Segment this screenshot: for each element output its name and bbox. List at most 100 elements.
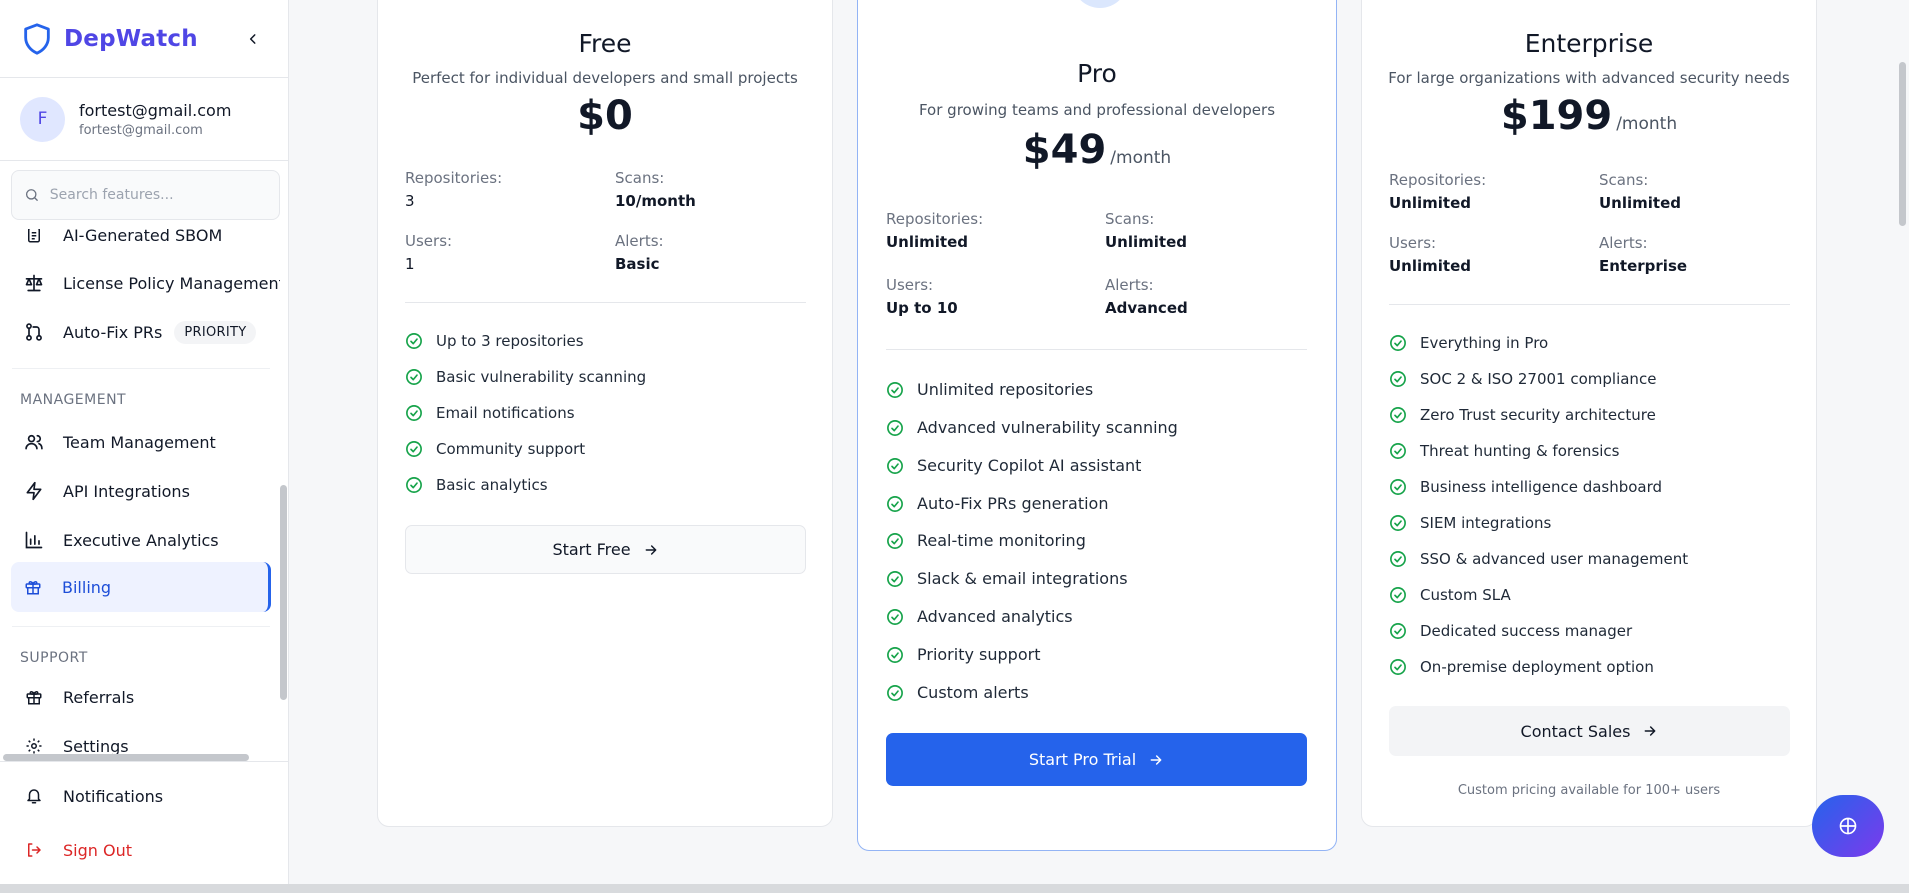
sidebar-item-notifications[interactable]: Notifications	[12, 772, 270, 820]
user-profile[interactable]: F fortest@gmail.com fortest@gmail.com	[0, 78, 288, 161]
sidebar-item-ai-sbom[interactable]: AI-Generated SBOM	[12, 229, 270, 259]
sign-out-button[interactable]: Sign Out	[12, 826, 270, 874]
plan-description: For large organizations with advanced se…	[1388, 69, 1790, 87]
plan-description: For growing teams and professional devel…	[918, 101, 1276, 119]
feature-text: Basic vulnerability scanning	[436, 368, 647, 386]
feature-item: Priority support	[886, 645, 1040, 664]
stat-label: Users:	[1389, 234, 1437, 252]
plan-price: $199/month	[1362, 93, 1816, 139]
price-period: /month	[1616, 114, 1678, 134]
assistant-fab-button[interactable]	[1812, 795, 1884, 857]
feature-text: Email notifications	[436, 404, 575, 422]
search-box	[11, 170, 280, 220]
button-label: Start Free	[552, 540, 631, 559]
plan-name: Free	[578, 29, 632, 58]
arrow-right-icon	[1645, 726, 1656, 736]
collapse-sidebar-button[interactable]	[242, 28, 264, 50]
plan-price: $0	[378, 93, 832, 139]
feature-item: Basic analytics	[405, 476, 548, 494]
sidebar-scrollbar-vertical[interactable]	[280, 485, 287, 700]
divider	[886, 349, 1307, 350]
stat-value: Advanced	[1105, 299, 1188, 317]
feature-item: On-premise deployment option	[1389, 658, 1654, 676]
sidebar-item-label: Auto-Fix PRs	[63, 322, 163, 342]
check-circle-icon	[1390, 407, 1406, 423]
check-circle-icon	[1390, 371, 1406, 387]
feature-text: Real-time monitoring	[917, 531, 1086, 550]
feature-item: SOC 2 & ISO 27001 compliance	[1389, 370, 1656, 388]
divider	[405, 302, 806, 303]
price-amount: $199	[1500, 93, 1613, 139]
price-period: /month	[1110, 148, 1172, 168]
chevron-left-icon	[249, 33, 256, 44]
sidebar-item-referrals[interactable]: Referrals	[12, 673, 270, 721]
feature-item: Zero Trust security architecture	[1389, 406, 1656, 424]
plan-description: Perfect for individual developers and sm…	[412, 69, 798, 87]
window-bottom-edge	[0, 884, 1909, 893]
check-circle-icon	[1390, 515, 1406, 531]
feature-text: Slack & email integrations	[917, 569, 1128, 588]
start-free-button[interactable]: Start Free	[405, 525, 806, 574]
sidebar-item-label: Referrals	[63, 687, 135, 707]
sidebar-scrollbar-horizontal[interactable]	[3, 754, 249, 761]
check-circle-icon	[406, 369, 422, 385]
button-label: Contact Sales	[1520, 721, 1631, 741]
stat-label: Repositories:	[886, 210, 984, 228]
feature-item: Custom SLA	[1389, 586, 1511, 604]
feature-item: Security Copilot AI assistant	[886, 456, 1141, 475]
sidebar-item-settings[interactable]: Settings	[12, 722, 270, 756]
stat-label: Scans:	[615, 169, 665, 187]
start-pro-trial-button[interactable]: Start Pro Trial	[886, 733, 1307, 786]
check-circle-icon	[887, 570, 903, 587]
feature-text: Security Copilot AI assistant	[917, 456, 1142, 475]
stat-value: 3	[405, 192, 415, 210]
search-input[interactable]	[49, 187, 267, 203]
sidebar: DepWatch F fortest@gmail.com fortest@gma…	[0, 0, 289, 893]
check-circle-icon	[887, 532, 903, 549]
check-circle-icon	[887, 646, 903, 663]
plan-price: $49/month	[858, 127, 1336, 173]
users-icon	[24, 432, 44, 452]
stat-repositories: Repositories: 3	[405, 169, 502, 210]
contact-sales-button[interactable]: Contact Sales	[1389, 706, 1790, 756]
feature-text: Unlimited repositories	[917, 380, 1094, 399]
button-label: Start Pro Trial	[1028, 750, 1137, 769]
gear-icon	[24, 736, 44, 756]
feature-item: Up to 3 repositories	[405, 332, 584, 350]
user-name: fortest@gmail.com	[79, 100, 232, 120]
page-scrollbar-vertical[interactable]	[1899, 62, 1906, 226]
check-circle-icon	[1390, 551, 1406, 567]
feature-text: Everything in Pro	[1420, 334, 1549, 352]
app-logo-text: DepWatch	[64, 25, 198, 52]
sidebar-item-billing[interactable]: Billing	[11, 562, 271, 612]
sidebar-item-auto-fix-prs[interactable]: Auto-Fix PRs PRIORITY	[12, 308, 270, 356]
price-amount: $0	[577, 93, 633, 139]
nav-divider	[12, 368, 270, 369]
plan-card-pro: Pro For growing teams and professional d…	[857, 0, 1337, 851]
sidebar-item-label: Notifications	[63, 786, 164, 806]
check-circle-icon	[1390, 587, 1406, 603]
stat-scans: Scans: 10/month	[615, 169, 696, 210]
stat-value: Unlimited	[886, 233, 968, 251]
sidebar-item-label: Billing	[62, 577, 112, 597]
zap-icon	[24, 481, 44, 501]
feature-text: Threat hunting & forensics	[1420, 442, 1620, 460]
feature-text: Community support	[436, 440, 586, 458]
sidebar-item-api-integrations[interactable]: API Integrations	[12, 467, 270, 515]
sidebar-item-team-management[interactable]: Team Management	[12, 418, 270, 466]
user-email: fortest@gmail.com	[79, 122, 203, 138]
sidebar-item-label: Sign Out	[63, 840, 132, 860]
sidebar-item-label: Settings	[63, 736, 129, 756]
sidebar-item-label: Team Management	[63, 432, 216, 452]
feature-text: Auto-Fix PRs generation	[917, 494, 1109, 513]
feature-text: Custom SLA	[1420, 586, 1511, 604]
feature-item: Dedicated success manager	[1389, 622, 1632, 640]
plan-card-free: Free Perfect for individual developers a…	[377, 0, 833, 827]
stat-value: Enterprise	[1599, 257, 1688, 275]
check-circle-icon	[887, 495, 903, 512]
sidebar-header: DepWatch	[0, 0, 288, 78]
log-out-icon	[24, 840, 44, 860]
sidebar-item-license-policy[interactable]: License Policy Management	[12, 259, 280, 307]
section-label-management: MANAGEMENT	[20, 392, 127, 408]
sidebar-item-executive-analytics[interactable]: Executive Analytics	[12, 516, 270, 564]
